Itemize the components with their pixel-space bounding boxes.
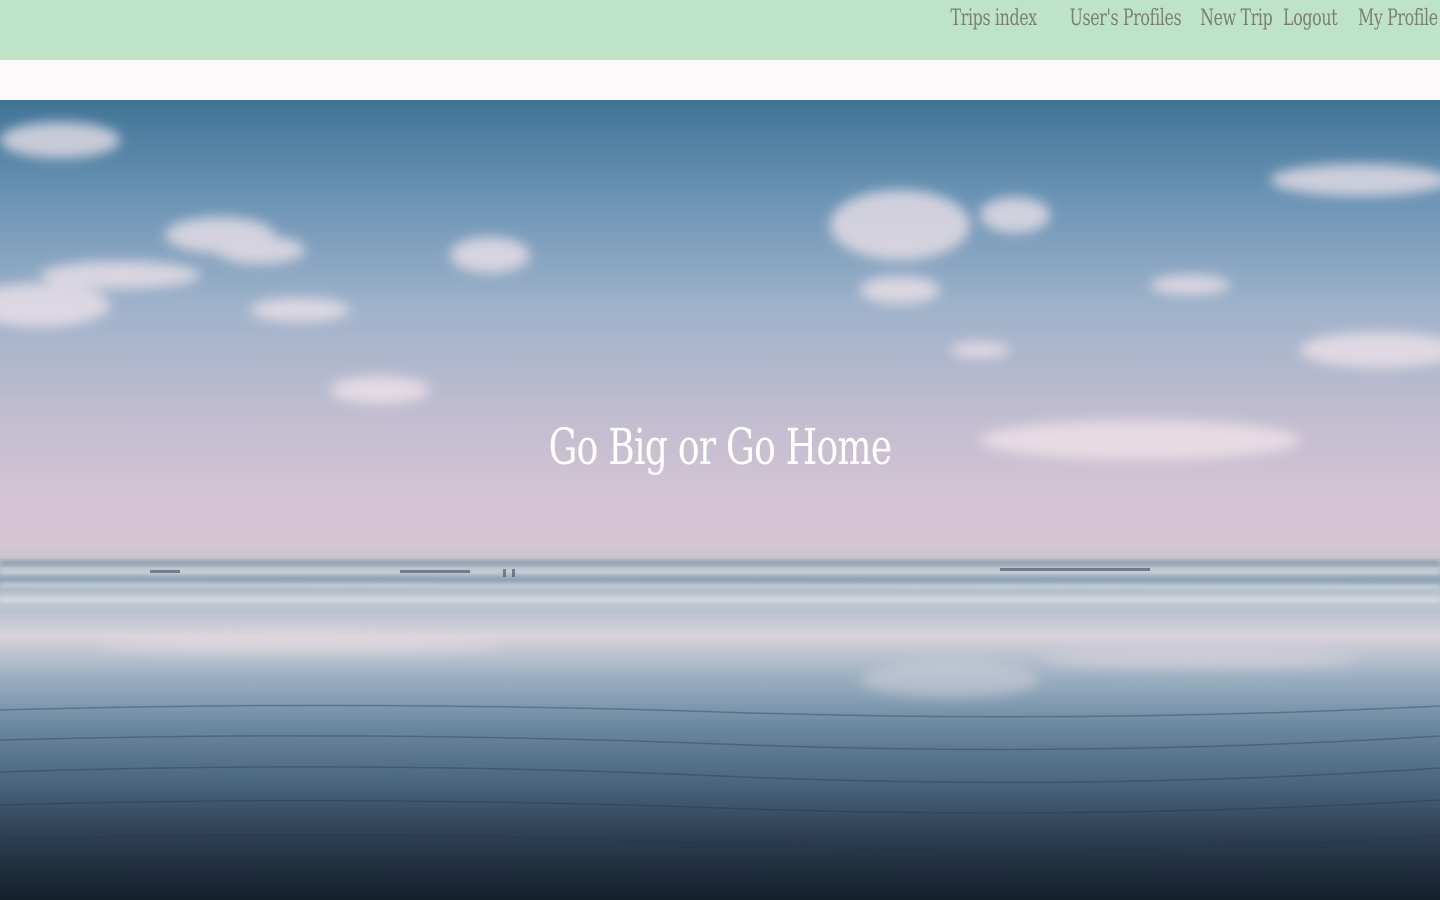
nav-trips-index-link[interactable]: Trips index [950,6,1037,31]
hero-banner: Go Big or Go Home [0,100,1440,900]
top-navbar: Trips index User's Profiles New Trip Log… [0,0,1440,60]
nav-my-profile-link[interactable]: My Profile [1358,6,1438,31]
nav-new-trip-link[interactable]: New Trip [1200,6,1273,31]
main-nav: Trips index User's Profiles New Trip Log… [941,6,1438,31]
header-spacer [0,60,1440,100]
nav-users-profiles-link[interactable]: User's Profiles [1070,6,1182,31]
hero-title: Go Big or Go Home [548,418,893,476]
beach-background-image [0,122,1440,852]
nav-logout-link[interactable]: Logout [1283,6,1338,31]
